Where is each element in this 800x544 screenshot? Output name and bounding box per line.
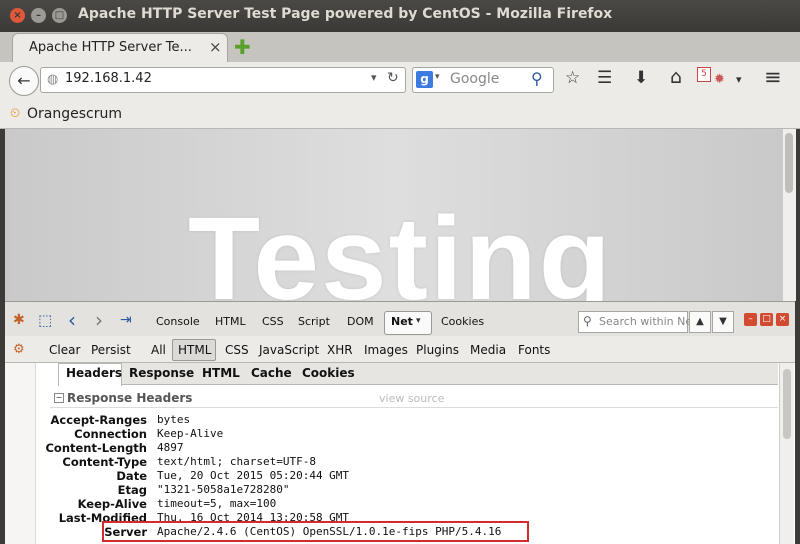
response-headers-title: Response Headers [67,391,193,405]
search-icon[interactable]: ⚲ [531,69,543,88]
firebug-close-button[interactable]: × [776,313,789,326]
page-content: Testing [5,129,782,301]
url-dropdown-icon[interactable]: ▾ [371,71,377,84]
firebug-detach-button[interactable]: □ [760,313,773,326]
header-value: bytes [157,413,191,426]
header-value: 4897 [157,441,184,454]
page-scrollbar[interactable] [782,129,796,301]
header-name: Keep-Alive [77,497,147,511]
download-icon[interactable]: ⬇ [634,68,648,88]
menu-icon[interactable]: ≡ [764,65,782,89]
header-value: text/html; charset=UTF-8 [157,455,316,468]
net-dropdown-icon[interactable]: ▾ [416,316,421,326]
clear-button[interactable]: Clear [49,343,80,357]
panel-gutter [5,363,36,544]
header-name: Date [116,469,147,483]
filter-xhr[interactable]: XHR [327,343,353,357]
filter-javascript[interactable]: JavaScript [259,343,319,357]
addon-icon[interactable]: ✹ [714,72,725,87]
detail-tab-cookies[interactable]: Cookies [302,366,355,380]
search-previous-button[interactable]: ▲ [689,311,711,333]
addon-dropdown-icon[interactable]: ▾ [736,73,742,86]
firebug-search-icon: ⚲ [583,314,592,328]
header-value: Tue, 20 Oct 2015 05:20:44 GMT [157,469,350,482]
header-name: Accept-Ranges [50,413,147,427]
tab-console[interactable]: Console [156,315,200,328]
detail-tab-response[interactable]: Response [129,366,194,380]
reload-icon[interactable]: ↻ [387,70,399,86]
filter-plugins[interactable]: Plugins [416,343,459,357]
server-header-highlight [102,521,529,542]
filter-html[interactable]: HTML [178,343,211,357]
detail-tab-headers[interactable]: Headers [66,366,122,380]
page-heading: Testing [188,193,613,301]
google-logo-icon[interactable]: g [416,71,433,88]
window-maximize-button[interactable]: □ [52,8,67,23]
tab-script[interactable]: Script [298,315,330,328]
tab-close-icon[interactable]: × [209,38,222,56]
tab-label: Apache HTTP Server Te... [29,40,192,55]
tab-cookies[interactable]: Cookies [441,315,484,328]
star-icon[interactable]: ☆ [565,68,580,88]
header-name: Content-Type [62,455,147,469]
firebug-search-input[interactable]: ⚲ Search within Ne [578,311,692,333]
detail-tab-html[interactable]: HTML [202,366,240,380]
search-engine-dropdown-icon[interactable]: ▾ [435,72,440,82]
header-value: "1321-5058a1e728280" [157,483,290,496]
tab-html[interactable]: HTML [215,315,246,328]
page-scrollbar-thumb[interactable] [785,133,793,193]
reading-list-icon[interactable]: ☰ [597,68,612,88]
header-name: Connection [74,427,147,441]
filter-all[interactable]: All [151,343,166,357]
command-line-icon[interactable]: ⇥ [120,312,132,328]
firebug-minimize-button[interactable]: – [744,313,757,326]
view-source-link[interactable]: view source [379,392,444,405]
search-bar[interactable]: g ▾ Google ⚲ [412,67,554,93]
panel-scrollbar[interactable] [779,363,794,544]
filter-media[interactable]: Media [470,343,506,357]
filter-fonts[interactable]: Fonts [518,343,550,357]
collapse-toggle-icon[interactable]: − [54,393,64,403]
url-text[interactable]: 192.168.1.42 [65,71,152,86]
section-divider [50,407,778,408]
header-name: Etag [117,483,147,497]
new-tab-icon[interactable]: ✚ [234,35,251,59]
net-panel-icon: ⚙ [13,342,25,357]
tab-apache-test-page[interactable]: Apache HTTP Server Te... × [12,33,228,62]
home-icon[interactable]: ⌂ [670,66,682,88]
back-arrow-icon[interactable]: ‹ [68,308,76,332]
tab-css[interactable]: CSS [262,315,284,328]
addon-badge[interactable]: 5 [697,67,711,82]
forward-arrow-icon[interactable]: › [95,308,103,332]
orangescrum-favicon-icon: ⏲ [10,106,21,121]
filter-images[interactable]: Images [364,343,408,357]
bookmark-orangescrum[interactable]: Orangescrum [27,106,122,122]
persist-button[interactable]: Persist [91,343,131,357]
header-value: timeout=5, max=100 [157,497,277,510]
inspect-icon[interactable]: ⬚ [38,311,52,329]
back-button[interactable]: ← [9,66,39,96]
search-next-button[interactable]: ▼ [712,311,734,333]
window-minimize-button[interactable]: – [31,8,46,23]
detail-tab-cache[interactable]: Cache [251,366,292,380]
panel-scrollbar-thumb[interactable] [783,369,791,439]
filter-css[interactable]: CSS [225,343,249,357]
window-close-button[interactable]: × [10,8,25,23]
header-value: Keep-Alive [157,427,224,440]
firebug-search-placeholder: Search within Ne [599,315,693,328]
header-name: Content-Length [45,441,147,455]
tab-net[interactable]: Net ▾ [384,311,432,335]
tab-dom[interactable]: DOM [347,315,374,328]
url-bar[interactable]: ◍ 192.168.1.42 ▾ ↻ [40,67,406,93]
window-title: Apache HTTP Server Test Page powered by … [78,6,613,22]
tab-net-label: Net [391,315,413,328]
search-input[interactable]: Google [450,71,499,87]
globe-icon: ◍ [47,72,59,87]
firebug-icon[interactable]: ✱ [13,312,25,328]
